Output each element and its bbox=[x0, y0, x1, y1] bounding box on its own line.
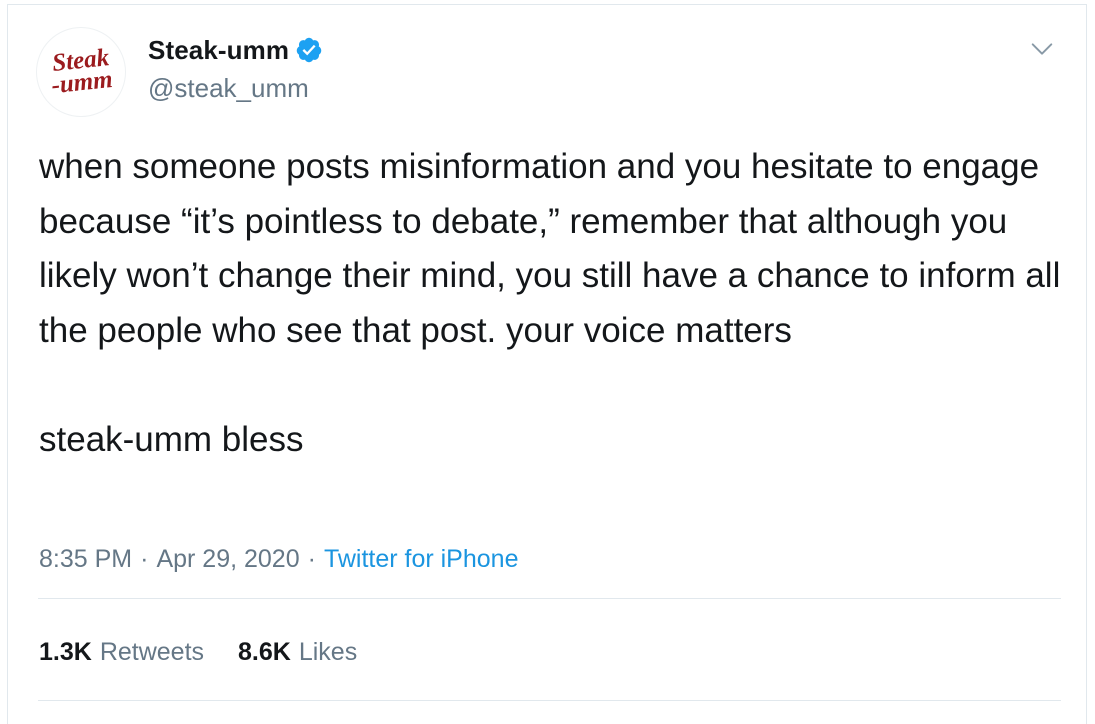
tweet-text-paragraph: steak-umm bless bbox=[39, 419, 304, 459]
tweet-stats: 1.3K Retweets 8.6K Likes bbox=[39, 638, 357, 667]
retweets-label: Retweets bbox=[99, 638, 205, 666]
likes-stat[interactable]: 8.6K Likes bbox=[238, 638, 357, 667]
tweet-date[interactable]: Apr 29, 2020 bbox=[156, 545, 299, 574]
chevron-down-icon[interactable] bbox=[1028, 35, 1056, 63]
tweet-text-paragraph: when someone posts misinformation and yo… bbox=[39, 147, 1071, 350]
avatar[interactable]: Steak -umm bbox=[36, 27, 126, 117]
user-handle[interactable]: @steak_umm bbox=[148, 73, 323, 104]
tweet-meta: 8:35 PM · Apr 29, 2020 · Twitter for iPh… bbox=[39, 545, 518, 574]
likes-count: 8.6K bbox=[238, 638, 291, 666]
tweet-author: Steak-umm @steak_umm bbox=[148, 35, 323, 104]
display-name[interactable]: Steak-umm bbox=[148, 35, 289, 66]
tweet-time[interactable]: 8:35 PM bbox=[39, 545, 132, 574]
meta-separator: · bbox=[140, 545, 149, 573]
divider bbox=[38, 700, 1061, 701]
tweet-source-link[interactable]: Twitter for iPhone bbox=[324, 545, 519, 574]
tweet-text: when someone posts misinformation and yo… bbox=[39, 140, 1079, 467]
steak-umm-logo: Steak -umm bbox=[50, 44, 114, 99]
likes-label: Likes bbox=[298, 638, 358, 666]
retweets-count: 1.3K bbox=[39, 638, 92, 666]
verified-badge-icon bbox=[295, 36, 323, 64]
meta-separator: · bbox=[307, 545, 316, 573]
tweet-card: Steak -umm Steak-umm @steak_umm when som… bbox=[7, 4, 1087, 724]
retweets-stat[interactable]: 1.3K Retweets bbox=[39, 638, 204, 667]
avatar-logo-line2: -umm bbox=[50, 66, 114, 99]
divider bbox=[38, 598, 1061, 599]
author-name-row: Steak-umm bbox=[148, 35, 323, 65]
